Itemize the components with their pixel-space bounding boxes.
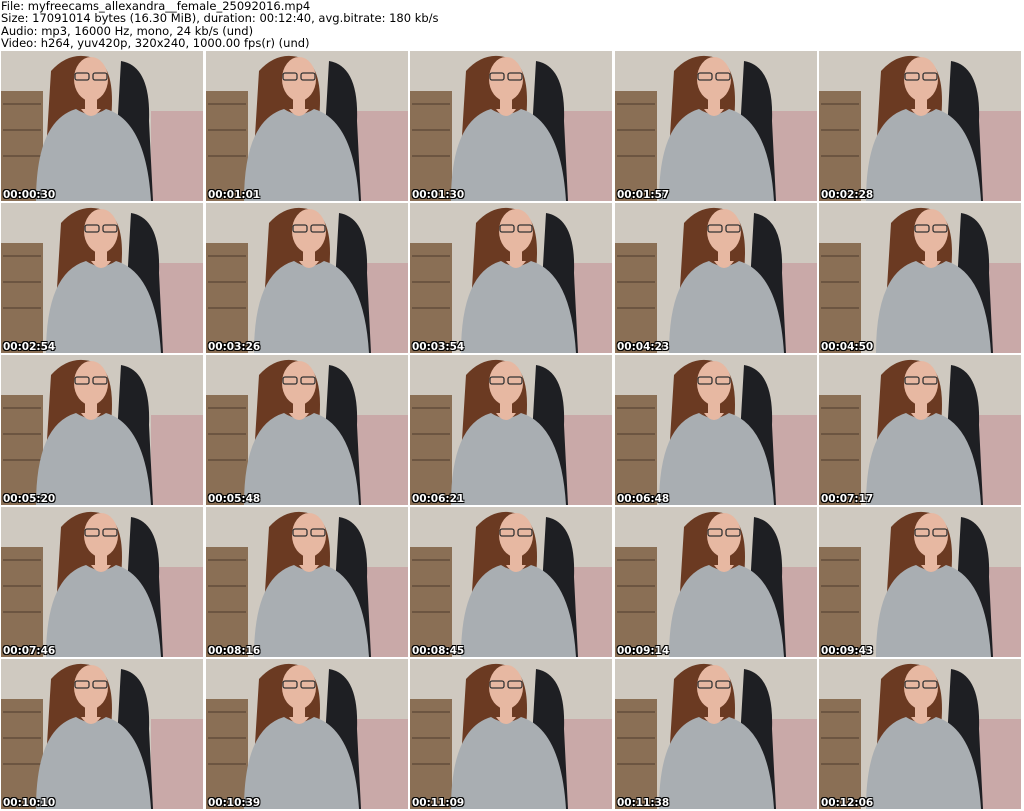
frame-image — [410, 507, 612, 657]
video-thumbnail: 00:10:39 — [206, 659, 408, 809]
frame-image — [819, 51, 1021, 201]
timestamp-label: 00:11:38 — [617, 797, 670, 809]
frame-image — [615, 355, 817, 505]
timestamp-label: 00:05:48 — [208, 493, 261, 505]
video-info-line: Video: h264, yuv420p, 320x240, 1000.00 f… — [1, 35, 310, 50]
timestamp-label: 00:03:54 — [412, 341, 465, 353]
frame-image — [819, 203, 1021, 353]
video-thumbnail: 00:04:50 — [819, 203, 1021, 353]
frame-image — [819, 659, 1021, 809]
frame-image — [206, 51, 408, 201]
frame-image — [206, 659, 408, 809]
frame-image — [410, 51, 612, 201]
frame-image — [1, 355, 203, 505]
frame-image — [1, 51, 203, 201]
timestamp-label: 00:01:57 — [617, 189, 670, 201]
timestamp-label: 00:02:28 — [821, 189, 874, 201]
timestamp-label: 00:01:01 — [208, 189, 261, 201]
timestamp-label: 00:04:23 — [617, 341, 670, 353]
video-thumbnail: 00:07:17 — [819, 355, 1021, 505]
frame-image — [1, 659, 203, 809]
video-thumbnail: 00:03:26 — [206, 203, 408, 353]
video-thumbnail: 00:00:30 — [1, 51, 203, 201]
timestamp-label: 00:00:30 — [3, 189, 56, 201]
frame-image — [615, 203, 817, 353]
timestamp-label: 00:08:45 — [412, 645, 465, 657]
video-thumbnail: 00:11:09 — [410, 659, 612, 809]
timestamp-label: 00:12:06 — [821, 797, 874, 809]
video-thumbnail: 00:08:45 — [410, 507, 612, 657]
video-thumbnail: 00:03:54 — [410, 203, 612, 353]
video-thumbnail: 00:01:57 — [615, 51, 817, 201]
thumbnail-grid: 00:00:30 00:01:01 00:01:30 00:01:57 00:0… — [1, 51, 1023, 811]
timestamp-label: 00:05:20 — [3, 493, 56, 505]
frame-image — [615, 659, 817, 809]
timestamp-label: 00:01:30 — [412, 189, 465, 201]
video-thumbnail: 00:07:46 — [1, 507, 203, 657]
video-thumbnail: 00:01:30 — [410, 51, 612, 201]
frame-image — [206, 355, 408, 505]
timestamp-label: 00:08:16 — [208, 645, 261, 657]
frame-image — [615, 51, 817, 201]
frame-image — [819, 355, 1021, 505]
video-thumbnail: 00:06:21 — [410, 355, 612, 505]
frame-image — [615, 507, 817, 657]
timestamp-label: 00:09:14 — [617, 645, 670, 657]
frame-image — [206, 203, 408, 353]
frame-image — [819, 507, 1021, 657]
frame-image — [410, 203, 612, 353]
timestamp-label: 00:07:17 — [821, 493, 874, 505]
frame-image — [1, 203, 203, 353]
video-thumbnail: 00:12:06 — [819, 659, 1021, 809]
timestamp-label: 00:10:39 — [208, 797, 261, 809]
video-thumbnail: 00:04:23 — [615, 203, 817, 353]
video-thumbnail: 00:09:14 — [615, 507, 817, 657]
frame-image — [206, 507, 408, 657]
timestamp-label: 00:11:09 — [412, 797, 465, 809]
frame-image — [410, 355, 612, 505]
video-thumbnail: 00:05:48 — [206, 355, 408, 505]
file-size-line: Size: 17091014 bytes (16.30 MiB), durati… — [1, 11, 439, 26]
frame-image — [1, 507, 203, 657]
timestamp-label: 00:09:43 — [821, 645, 874, 657]
video-thumbnail: 00:09:43 — [819, 507, 1021, 657]
timestamp-label: 00:10:10 — [3, 797, 56, 809]
frame-image — [410, 659, 612, 809]
video-thumbnail: 00:02:54 — [1, 203, 203, 353]
video-thumbnail: 00:11:38 — [615, 659, 817, 809]
video-thumbnail: 00:02:28 — [819, 51, 1021, 201]
timestamp-label: 00:03:26 — [208, 341, 261, 353]
video-thumbnail: 00:05:20 — [1, 355, 203, 505]
timestamp-label: 00:07:46 — [3, 645, 56, 657]
video-thumbnail: 00:10:10 — [1, 659, 203, 809]
file-info-header: File: myfreecams_allexandra__female_2509… — [0, 0, 1024, 50]
video-thumbnail: 00:06:48 — [615, 355, 817, 505]
video-thumbnail: 00:01:01 — [206, 51, 408, 201]
timestamp-label: 00:02:54 — [3, 341, 56, 353]
timestamp-label: 00:04:50 — [821, 341, 874, 353]
timestamp-label: 00:06:48 — [617, 493, 670, 505]
video-thumbnail: 00:08:16 — [206, 507, 408, 657]
timestamp-label: 00:06:21 — [412, 493, 465, 505]
